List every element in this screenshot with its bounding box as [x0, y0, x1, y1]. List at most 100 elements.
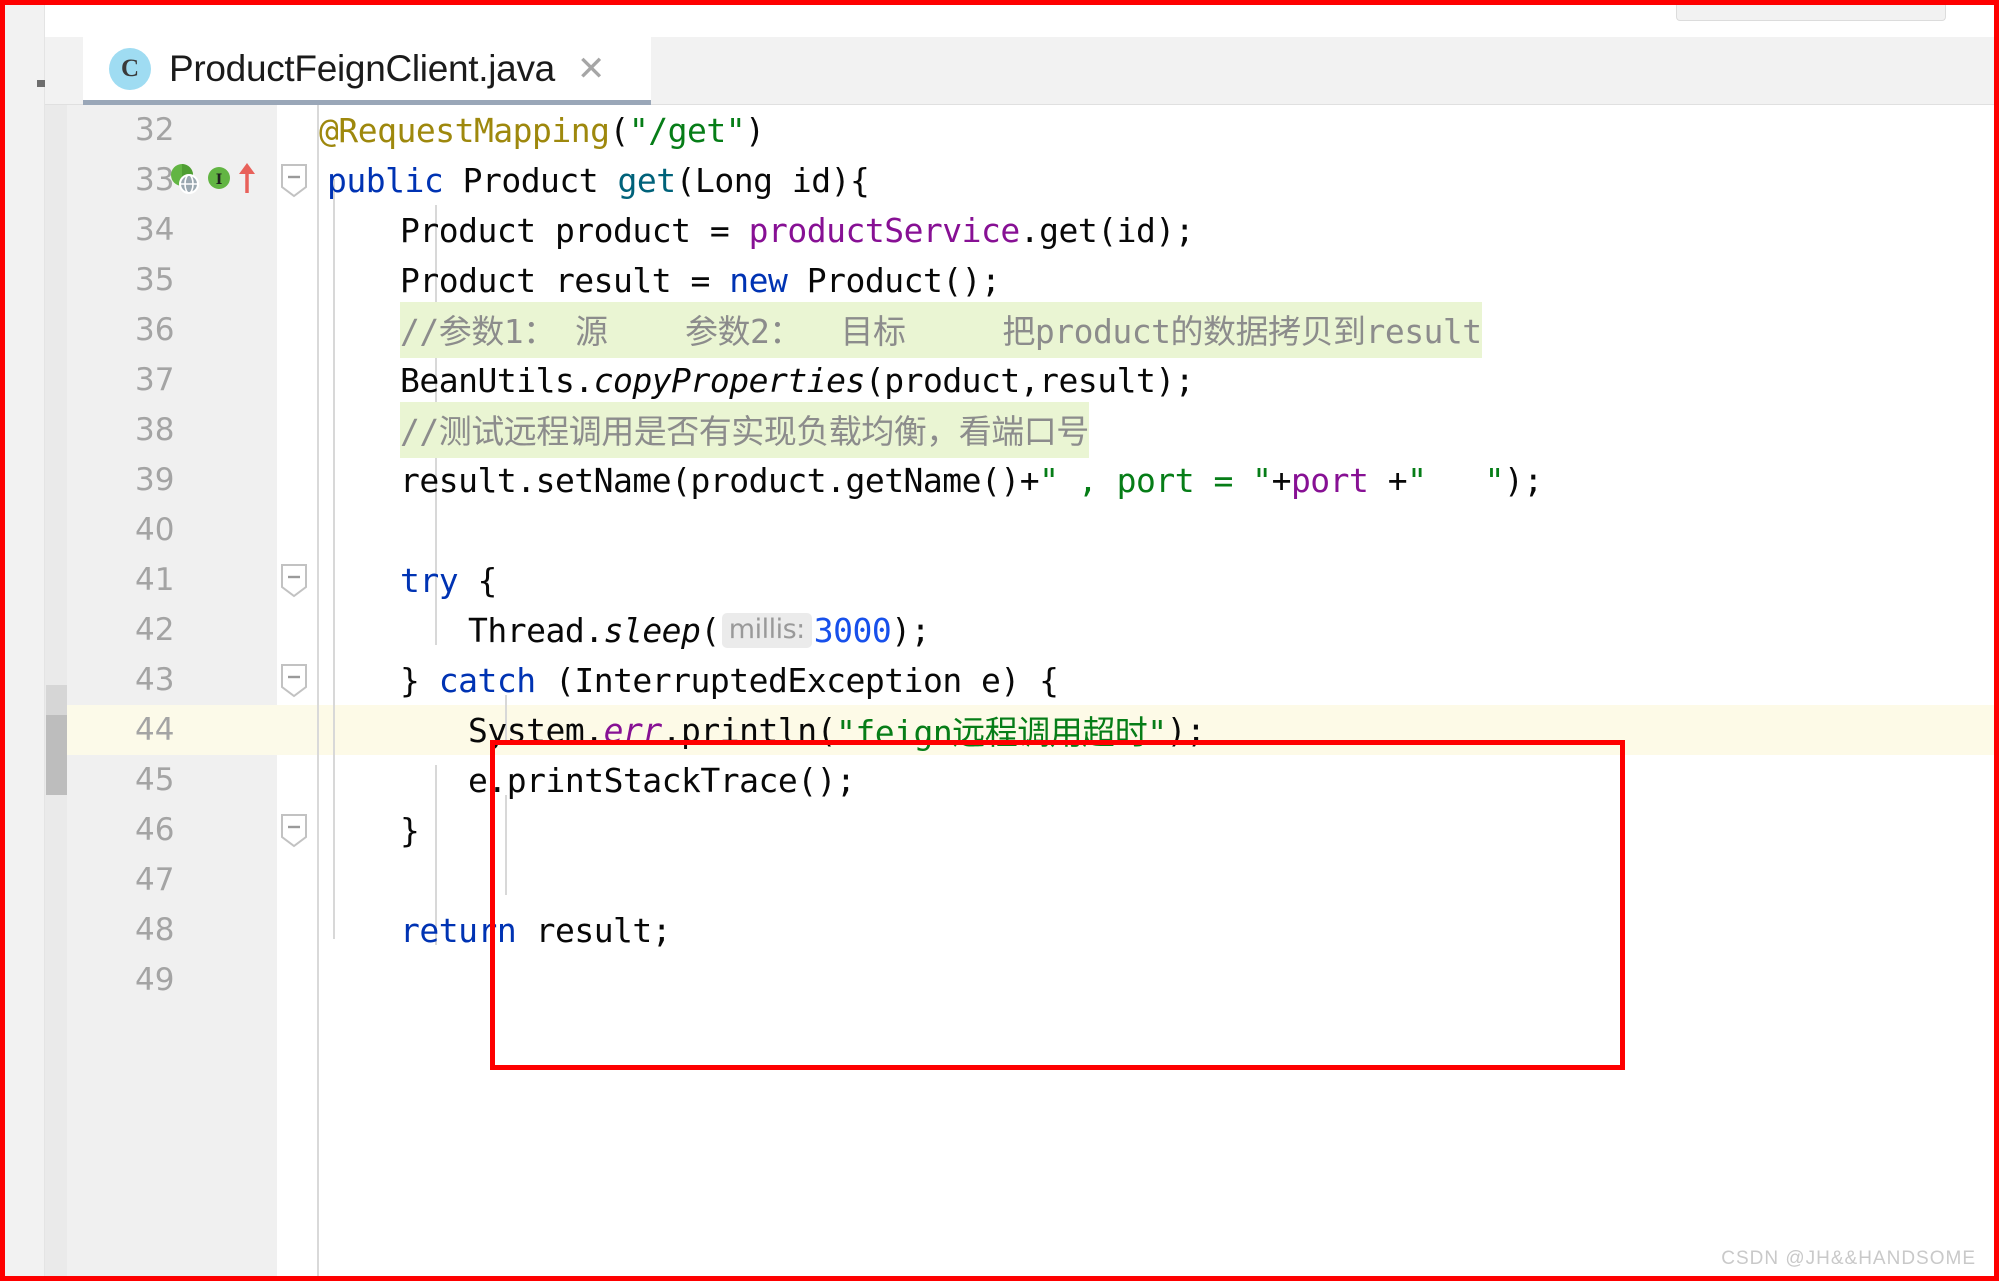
token-class: Thread. [468, 610, 604, 650]
token-string: " " [1407, 460, 1504, 500]
code-line-39[interactable]: result.setName(product.getName()+ " , por… [400, 455, 1543, 505]
code-line-32[interactable]: @RequestMapping("/get") [319, 105, 765, 155]
token-punct: ); [891, 610, 931, 650]
token-field-port: port [1290, 460, 1388, 500]
token-decl: Product result = [400, 260, 730, 300]
token-keyword-new: new [729, 260, 788, 300]
code-line-44[interactable]: System. err .println("feign远程调用超时"); [468, 705, 1206, 755]
watermark: CSDN @JH&&HANDSOME [1721, 1248, 1976, 1269]
tab-title: ProductFeignClient.java [169, 47, 555, 89]
code-line-42[interactable]: Thread. sleep(millis: 3000); [468, 605, 931, 655]
scrollbar-thumb[interactable] [46, 715, 67, 795]
token-string: "/get" [628, 110, 746, 150]
token-exception-param: (InterruptedException e) { [535, 660, 1059, 700]
token-string: "feign远程调用超时" [836, 713, 1167, 752]
token-comment: //参数1： 源 参数2： 目标 把product的数据拷贝到result [400, 302, 1482, 358]
indent-guide [505, 795, 507, 895]
top-right-panel-stub[interactable] [1676, 5, 1946, 21]
line-number: 37 [135, 362, 175, 398]
gutter-icons-line33[interactable]: I [167, 155, 257, 205]
svg-text:I: I [216, 172, 223, 188]
token-string: " , port = " [1039, 460, 1272, 500]
token-punct: ); [1166, 710, 1206, 750]
token-static-field-err: err [603, 710, 663, 750]
code-line-35[interactable]: Product result = new Product(); [400, 255, 1001, 305]
line-number: 47 [135, 862, 175, 898]
token-comment: //测试远程调用是否有实现负载均衡，看端口号 [400, 402, 1089, 458]
line-number: 38 [135, 412, 175, 448]
token-type: Product [443, 160, 618, 200]
line-number: 32 [135, 112, 175, 148]
code-line-46[interactable]: } [400, 805, 420, 855]
inlay-parameter-hint: millis: [721, 612, 812, 648]
java-class-icon: C [109, 47, 151, 90]
line-number: 42 [135, 612, 175, 648]
token-punct: ( [700, 610, 720, 650]
fold-marker-line43[interactable] [279, 663, 309, 698]
token-punct: ( [609, 110, 630, 150]
line-number: 43 [135, 662, 175, 698]
token-call: result.setName(product.getName()+ [400, 460, 1040, 500]
token-params: (Long id){ [675, 160, 870, 200]
fold-region-guide [333, 179, 335, 939]
line-number: 44 [135, 712, 175, 748]
token-operator: + [1387, 460, 1408, 500]
implementing-method-icon[interactable]: I [206, 165, 232, 196]
line-number: 49 [135, 962, 175, 998]
token-annotation: @RequestMapping [319, 110, 610, 150]
line-number: 41 [135, 562, 175, 598]
token-number: 3000 [813, 610, 892, 650]
line-number: 40 [135, 512, 175, 548]
editor-tab-productfeignclient[interactable]: C ProductFeignClient.java ✕ [83, 37, 651, 105]
left-toolwindow-strip [5, 5, 48, 1276]
line-number: 48 [135, 912, 175, 948]
token-call: .get(id); [1019, 210, 1195, 250]
line-number: 34 [135, 212, 175, 248]
token-call: .println( [661, 710, 837, 750]
token-operator: + [1271, 460, 1292, 500]
scrollbar-thumb-upper[interactable] [46, 685, 67, 717]
code-line-36[interactable]: //参数1： 源 参数2： 目标 把product的数据拷贝到result [400, 302, 1482, 358]
token-keyword-return: return [400, 910, 517, 950]
top-band [45, 5, 1994, 37]
token-static-method: sleep [603, 610, 701, 650]
token-class: System. [468, 710, 604, 750]
code-line-37[interactable]: BeanUtils. copyProperties (product,result)… [400, 355, 1195, 405]
arrow-up-icon[interactable] [237, 161, 257, 200]
code-line-48[interactable]: return result; [400, 905, 672, 955]
line-number: 45 [135, 762, 175, 798]
token-ctor: Product(); [787, 260, 1001, 300]
editor-tabbar: C ProductFeignClient.java ✕ [45, 37, 1994, 105]
token-keyword-public: public [327, 160, 444, 200]
token-brace: } [400, 660, 439, 700]
code-line-38[interactable]: //测试远程调用是否有实现负载均衡，看端口号 [400, 402, 1089, 458]
code-line-34[interactable]: Product product = productService .get(id)… [400, 205, 1195, 255]
ide-window: C ProductFeignClient.java ✕ 32 33 34 35 … [0, 0, 1999, 1281]
token-decl: Product product = [400, 210, 749, 250]
token-keyword-catch: catch [438, 660, 536, 700]
token-class: BeanUtils. [400, 360, 594, 400]
token-var: result; [516, 910, 672, 950]
code-line-45[interactable]: e.printStackTrace(); [468, 755, 856, 805]
vertical-scrollbar[interactable] [45, 105, 67, 1276]
close-icon[interactable]: ✕ [577, 52, 606, 86]
token-method-name: get [617, 160, 677, 200]
code-line-41[interactable]: try { [400, 555, 497, 605]
line-number: 46 [135, 812, 175, 848]
token-field: productService [748, 210, 1021, 250]
token-punct: ) [745, 110, 765, 150]
token-call: e.printStackTrace(); [468, 760, 856, 800]
fold-marker-line46[interactable] [279, 813, 309, 848]
token-keyword-try: try [400, 560, 459, 600]
token-brace: } [400, 810, 420, 850]
fold-marker-line33[interactable] [279, 163, 309, 198]
token-args: (product,result); [864, 360, 1195, 400]
code-line-43[interactable]: } catch (InterruptedException e) { [400, 655, 1059, 705]
code-line-33[interactable]: public Product get (Long id){ [327, 155, 870, 205]
fold-marker-line41[interactable] [279, 563, 309, 598]
web-mapping-icon[interactable] [167, 161, 201, 200]
token-static-method: copyProperties [593, 360, 866, 400]
code-editor[interactable]: 32 33 34 35 36 37 38 39 40 41 42 43 44 4… [45, 105, 1994, 1276]
line-number: 39 [135, 462, 175, 498]
line-number: 36 [135, 312, 175, 348]
